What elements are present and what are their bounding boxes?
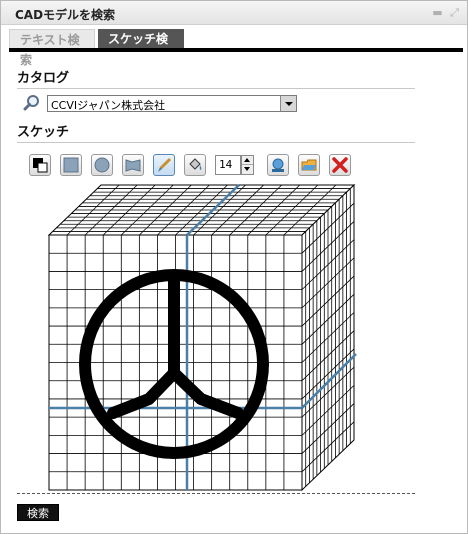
catalog-select[interactable]: CCVIジャパン株式会社: [47, 95, 297, 112]
title-icons: ▬ ⤢: [431, 6, 461, 19]
brush-size-stepper: [241, 155, 254, 175]
tab-sketch-search[interactable]: スケッチ検索: [98, 29, 184, 66]
minimize-icon[interactable]: ▬: [431, 6, 444, 19]
circle-tool-button[interactable]: [91, 154, 113, 176]
brush-tool-button[interactable]: [153, 154, 175, 176]
window-title: CADモデルを検索: [15, 8, 116, 22]
sketch-heading: スケッチ: [17, 121, 415, 143]
increase-icon[interactable]: [242, 156, 253, 165]
chevron-down-icon[interactable]: [280, 96, 296, 111]
open-folder-button[interactable]: [298, 154, 320, 176]
sketch-canvas[interactable]: [41, 181, 361, 496]
flag-tool-icon: [125, 159, 141, 172]
import-button[interactable]: [267, 154, 289, 176]
color-picker-button[interactable]: [29, 154, 51, 176]
catalog-heading: カタログ: [17, 67, 415, 89]
brush-size-input[interactable]: 14: [215, 155, 241, 175]
square-tool-icon: [63, 157, 79, 173]
import-icon: [272, 158, 284, 172]
search-button[interactable]: 検索: [17, 504, 59, 521]
circle-tool-icon: [94, 157, 110, 173]
grid-cube: [47, 183, 357, 492]
tab-underline: [9, 48, 463, 52]
square-tool-button[interactable]: [60, 154, 82, 176]
decrease-icon[interactable]: [242, 165, 253, 174]
expand-icon[interactable]: ⤢: [448, 6, 461, 19]
open-folder-icon: [301, 159, 317, 171]
magnifier-icon: [23, 94, 41, 112]
fill-tool-button[interactable]: [184, 154, 206, 176]
brush-tool-icon: [158, 157, 172, 172]
clear-icon: [332, 157, 348, 173]
color-picker-icon: [33, 158, 48, 173]
divider: [17, 493, 415, 494]
flag-tool-button[interactable]: [122, 154, 144, 176]
catalog-select-value: CCVIジャパン株式会社: [51, 99, 166, 112]
fill-tool-icon: [189, 158, 202, 170]
clear-button[interactable]: [329, 154, 351, 176]
cad-search-panel: CADモデルを検索 ▬ ⤢ テキスト検索 スケッチ検索 カタログ CCVIジャパ…: [0, 0, 468, 534]
title-bar: CADモデルを検索 ▬ ⤢: [1, 1, 467, 25]
tab-text-search[interactable]: テキスト検索: [9, 29, 95, 67]
